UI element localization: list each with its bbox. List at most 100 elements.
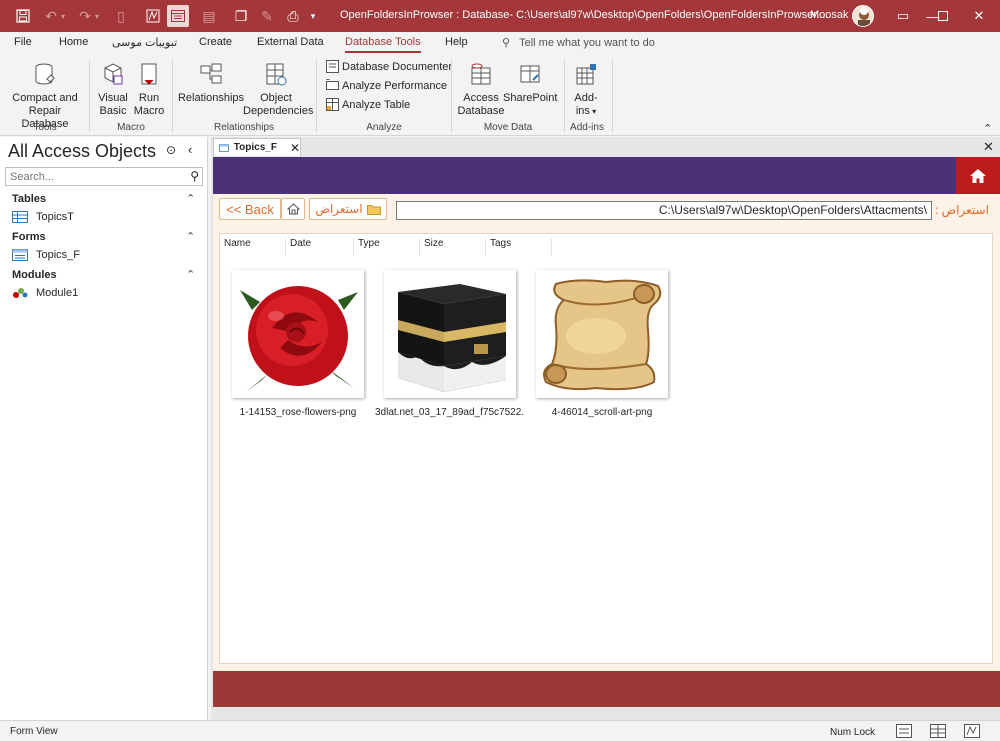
chevron-up-icon[interactable]: ⌃ bbox=[186, 268, 195, 281]
analyze-performance-button[interactable]: Analyze Performance bbox=[326, 79, 447, 92]
column-header-date[interactable]: Date bbox=[286, 238, 354, 256]
file-thumbnail-scroll[interactable] bbox=[536, 270, 668, 398]
tab-topics-f[interactable]: Topics_F ✕ bbox=[213, 138, 301, 156]
access-label-2: Database bbox=[457, 105, 505, 117]
table-icon bbox=[12, 211, 28, 223]
nav-title[interactable]: All Access Objects bbox=[8, 141, 156, 162]
add-ins-button[interactable]: Add- ins ▾ bbox=[568, 58, 604, 118]
column-header-tags[interactable]: Tags bbox=[486, 238, 552, 256]
browse-label: استعراض bbox=[315, 202, 363, 216]
chevron-up-icon[interactable]: ⌃ bbox=[186, 192, 195, 205]
design-view-icon[interactable] bbox=[140, 0, 166, 32]
analyze-table-label: Analyze Table bbox=[342, 98, 411, 111]
tab-file[interactable]: File bbox=[14, 36, 32, 48]
access-database-button[interactable]: Access Database bbox=[457, 58, 505, 118]
file-name[interactable]: 4-46014_scroll-art-png bbox=[527, 407, 677, 418]
form-view-icon[interactable] bbox=[896, 724, 912, 738]
customize-toolbar-icon[interactable]: ▾ bbox=[300, 0, 326, 32]
close-document-icon[interactable]: ✕ bbox=[983, 139, 994, 155]
dependencies-label-1: Object bbox=[260, 92, 292, 104]
database-documenter-button[interactable]: Database Documenter bbox=[326, 60, 452, 73]
dependencies-icon bbox=[266, 63, 287, 86]
lightbulb-icon: ⚲ bbox=[502, 37, 511, 49]
format-painter-icon[interactable]: ✎ bbox=[254, 0, 280, 32]
database-icon bbox=[35, 63, 55, 85]
nav-item-topics-f[interactable]: Topics_F bbox=[12, 249, 80, 261]
nav-item-topicst[interactable]: TopicsT bbox=[12, 211, 74, 223]
user-name[interactable]: Moosak bbox=[810, 9, 849, 21]
module-icon bbox=[13, 288, 28, 298]
close-tab-icon[interactable]: ✕ bbox=[290, 141, 300, 155]
tab-external-data[interactable]: External Data bbox=[257, 36, 324, 48]
access-label-1: Access bbox=[463, 92, 499, 104]
compact-label-1: Compact and bbox=[12, 92, 78, 104]
ribbon-divider bbox=[89, 60, 90, 132]
home-folder-button[interactable] bbox=[281, 198, 305, 220]
group-macro: Macro bbox=[117, 122, 145, 133]
path-field[interactable]: C:\Users\al97w\Desktop\OpenFolders\Attac… bbox=[396, 201, 932, 220]
status-bar: Form View Num Lock bbox=[0, 720, 1000, 741]
nav-item-label: Module1 bbox=[36, 287, 79, 299]
compact-repair-button[interactable]: Compact and Repair Database bbox=[6, 58, 84, 131]
nav-item-module1[interactable]: Module1 bbox=[12, 287, 78, 299]
sharepoint-button[interactable]: SharePoint bbox=[503, 58, 557, 105]
column-header-size[interactable]: Size bbox=[420, 238, 486, 256]
ribbon-divider bbox=[612, 60, 613, 132]
new-document-icon[interactable]: ▯ bbox=[108, 0, 134, 32]
file-thumbnail-rose[interactable] bbox=[232, 270, 364, 398]
nav-item-label: Topics_F bbox=[36, 249, 81, 261]
column-header-type[interactable]: Type bbox=[354, 238, 420, 256]
analyze-table-button[interactable]: Analyze Table bbox=[326, 98, 410, 111]
tab-home[interactable]: Home bbox=[59, 36, 88, 48]
nav-group-forms[interactable]: Forms bbox=[12, 231, 46, 243]
tab-database-tools[interactable]: Database Tools bbox=[345, 36, 421, 53]
nav-group-tables[interactable]: Tables bbox=[12, 193, 46, 205]
form-body: << Back استعراض C:\Users\al97w\Desktop\O… bbox=[213, 194, 1000, 671]
column-header-name[interactable]: Name bbox=[220, 238, 286, 256]
tab-moosa[interactable]: تبويبات موسى bbox=[112, 36, 177, 49]
search-input[interactable] bbox=[6, 168, 176, 185]
add-ins-icon bbox=[576, 64, 596, 85]
form-view-icon[interactable] bbox=[167, 5, 189, 27]
layout-view-icon[interactable] bbox=[930, 724, 946, 738]
dependencies-label-2: Dependencies bbox=[243, 105, 314, 117]
access-database-icon bbox=[471, 63, 491, 85]
ribbon-divider bbox=[451, 60, 452, 132]
avatar[interactable] bbox=[852, 5, 874, 27]
form-footer bbox=[213, 671, 1000, 707]
relationships-button[interactable]: Relationships bbox=[177, 58, 245, 105]
close-icon[interactable]: ✕ bbox=[956, 0, 1000, 32]
num-lock-indicator: Num Lock bbox=[830, 727, 876, 738]
tab-help[interactable]: Help bbox=[445, 36, 468, 48]
object-dependencies-button[interactable]: Object Dependencies bbox=[243, 58, 313, 118]
collapse-nav-icon[interactable]: ‹ bbox=[188, 142, 192, 157]
sharepoint-label: SharePoint bbox=[503, 92, 558, 104]
back-button[interactable]: << Back bbox=[219, 198, 281, 220]
visual-basic-button[interactable]: Visual Basic bbox=[95, 58, 131, 118]
chevron-up-icon[interactable]: ⌃ bbox=[186, 230, 195, 243]
visual-basic-icon bbox=[104, 63, 123, 85]
run-macro-icon bbox=[141, 63, 157, 85]
nav-group-modules[interactable]: Modules bbox=[12, 269, 57, 281]
home-button[interactable] bbox=[956, 157, 1000, 194]
save-icon[interactable] bbox=[10, 0, 36, 32]
nav-menu-icon[interactable]: ⊙ bbox=[166, 143, 176, 157]
collapse-ribbon-icon[interactable]: ⌃ bbox=[983, 122, 992, 135]
run-label-1: Run bbox=[138, 92, 160, 104]
tab-create[interactable]: Create bbox=[199, 36, 232, 48]
report-icon[interactable]: ▤ bbox=[196, 0, 222, 32]
redo-dropdown-icon[interactable]: ▾ bbox=[84, 0, 110, 32]
design-view-icon[interactable] bbox=[964, 724, 980, 738]
vb-label-2: Basic bbox=[99, 105, 127, 117]
tell-me-search[interactable]: ⚲ Tell me what you want to do bbox=[502, 36, 655, 49]
add-ins-label-2: ins bbox=[575, 105, 590, 117]
relationships-label: Relationships bbox=[177, 92, 245, 104]
run-macro-button[interactable]: Run Macro bbox=[133, 58, 165, 118]
file-name[interactable]: 1-14153_rose-flowers-png bbox=[223, 407, 373, 418]
file-name[interactable]: 3dlat.net_03_17_89ad_f75c7522... bbox=[375, 407, 525, 418]
documenter-icon bbox=[326, 60, 339, 73]
browse-button[interactable]: استعراض bbox=[309, 198, 387, 220]
search-icon[interactable]: ⚲ bbox=[190, 169, 199, 183]
file-thumbnail-kaaba[interactable] bbox=[384, 270, 516, 398]
copy-icon[interactable]: ❐ bbox=[228, 0, 254, 32]
